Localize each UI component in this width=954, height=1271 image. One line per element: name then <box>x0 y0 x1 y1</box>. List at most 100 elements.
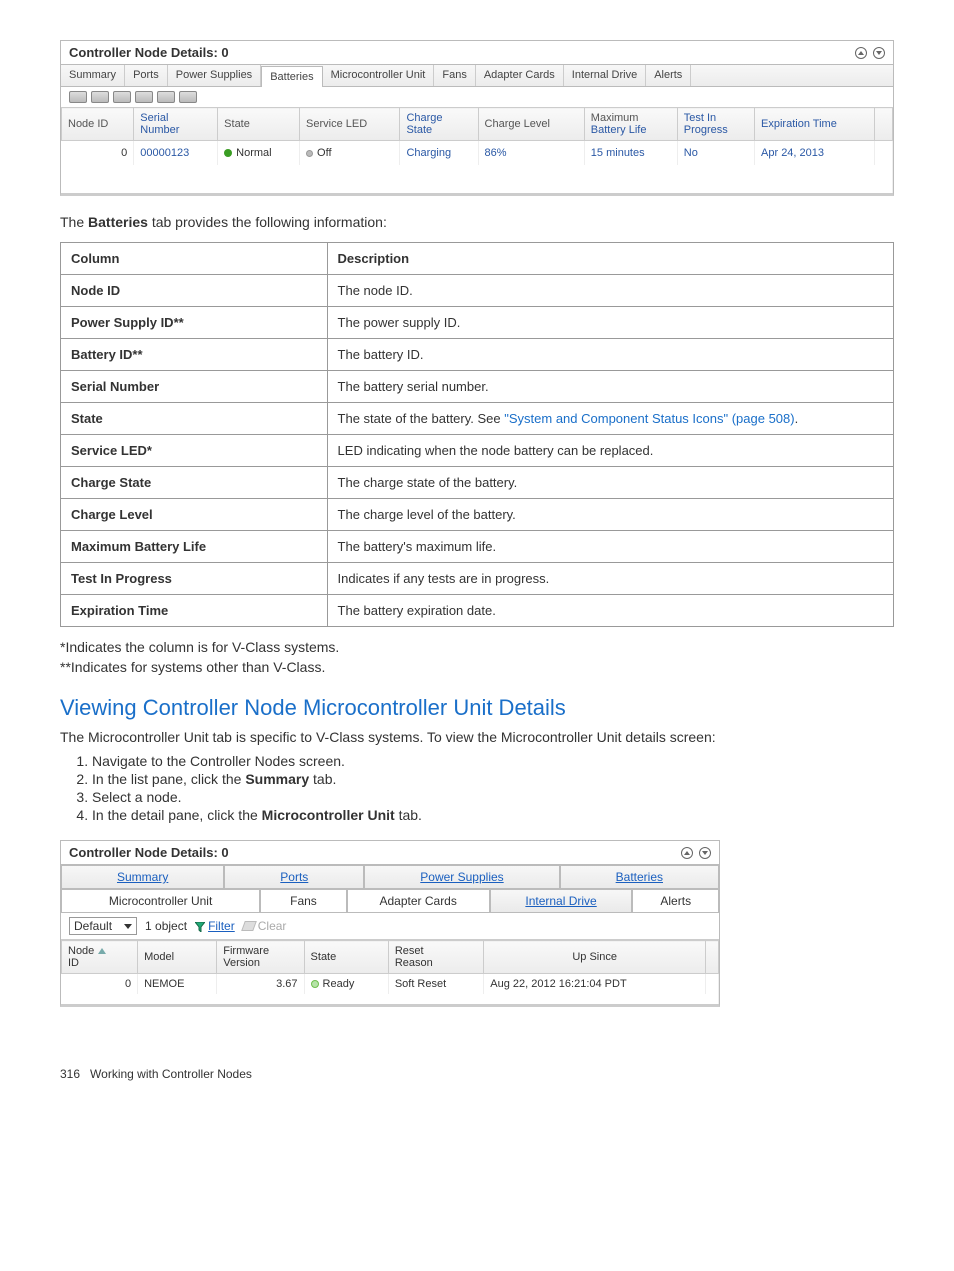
tab-summary[interactable]: Summary <box>61 865 224 889</box>
collapse-down-icon[interactable] <box>873 47 885 59</box>
cell-state: Ready <box>304 974 388 995</box>
filter-icon <box>195 921 205 931</box>
table-row: Charge StateThe charge state of the batt… <box>61 467 894 499</box>
cell-led-text: Off <box>317 147 331 159</box>
controller-node-details-mcu-panel: Controller Node Details: 0 Summary Ports… <box>60 840 720 1007</box>
object-count: 1 object <box>145 919 187 933</box>
sort-asc-icon <box>98 948 106 954</box>
toolbar <box>61 87 893 107</box>
cell-column: Charge State <box>61 467 328 499</box>
batteries-grid: Node ID SerialNumber State Service LED C… <box>61 107 893 193</box>
table-row: Service LED*LED indicating when the node… <box>61 435 894 467</box>
battery-icon <box>157 91 175 103</box>
text: The <box>60 214 88 230</box>
filter-link[interactable]: Filter <box>195 919 235 933</box>
col-service-led[interactable]: Service LED <box>300 108 400 141</box>
cell-state-text: Normal <box>236 147 271 159</box>
col-state[interactable]: State <box>218 108 300 141</box>
status-dot-ready-icon <box>311 980 319 988</box>
cell-description: The charge level of the battery. <box>327 499 893 531</box>
text-bold: Summary <box>245 771 309 787</box>
step-1: Navigate to the Controller Nodes screen. <box>92 753 894 769</box>
col-spacer <box>875 108 893 141</box>
col-reset-reason[interactable]: ResetReason <box>388 941 483 974</box>
cell-column: Serial Number <box>61 371 328 403</box>
table-row[interactable]: 0 NEMOE 3.67 Ready Soft Reset Aug 22, 20… <box>62 974 719 995</box>
battery-icon <box>69 91 87 103</box>
col-state[interactable]: State <box>304 941 388 974</box>
cell-description: The battery ID. <box>327 339 893 371</box>
col-node-id[interactable]: Node ID <box>62 108 134 141</box>
col-max-battery-life[interactable]: MaximumBattery Life <box>584 108 677 141</box>
collapse-up-icon[interactable] <box>681 847 693 859</box>
tab-internal-drive[interactable]: Internal Drive <box>490 889 633 913</box>
page-number: 316 <box>60 1067 80 1081</box>
mcu-grid: NodeID Model FirmwareVersion State Reset… <box>61 940 719 1004</box>
cell-charge-state: Charging <box>406 147 451 159</box>
cross-reference-link[interactable]: "System and Component Status Icons" (pag… <box>504 411 794 426</box>
col-label: ID <box>68 957 79 969</box>
cell-service-led: Off <box>300 141 400 166</box>
col-label: Version <box>223 957 260 969</box>
collapse-down-icon[interactable] <box>699 847 711 859</box>
tab-internal-drive[interactable]: Internal Drive <box>564 65 646 86</box>
footer-label: Working with Controller Nodes <box>90 1067 252 1081</box>
cell-description: The state of the battery. See "System an… <box>327 403 893 435</box>
col-label: Charge <box>406 112 442 124</box>
collapse-up-icon[interactable] <box>855 47 867 59</box>
text: In the list pane, click the <box>92 771 245 787</box>
text-bold: Batteries <box>88 214 148 230</box>
tab-alerts[interactable]: Alerts <box>632 889 719 913</box>
col-expiration-time[interactable]: Expiration Time <box>755 108 875 141</box>
controller-node-details-batteries-panel: Controller Node Details: 0 Summary Ports… <box>60 40 894 196</box>
col-label: Reset <box>395 945 424 957</box>
tab-microcontroller-unit[interactable]: Microcontroller Unit <box>323 65 435 86</box>
tab-adapter-cards[interactable]: Adapter Cards <box>347 889 490 913</box>
tab-adapter-cards[interactable]: Adapter Cards <box>476 65 564 86</box>
cell-description: Indicates if any tests are in progress. <box>327 563 893 595</box>
tab-alerts[interactable]: Alerts <box>646 65 691 86</box>
text: tab provides the following information: <box>148 214 387 230</box>
tab-microcontroller-unit[interactable]: Microcontroller Unit <box>61 889 260 913</box>
cell-test-progress: No <box>684 147 698 159</box>
col-label: Test In <box>684 112 716 124</box>
cell-node-id: 0 <box>62 974 138 995</box>
col-charge-state[interactable]: ChargeState <box>400 108 478 141</box>
table-row[interactable]: 0 00000123 Normal Off Charging 86% 15 mi… <box>62 141 893 166</box>
eraser-icon <box>241 921 257 931</box>
col-label: Reason <box>395 957 433 969</box>
tab-ports[interactable]: Ports <box>224 865 364 889</box>
steps-list: Navigate to the Controller Nodes screen.… <box>64 753 894 823</box>
tab-ports[interactable]: Ports <box>125 65 168 86</box>
cell-charge-level: 86% <box>485 147 507 159</box>
clear-link[interactable]: Clear <box>243 919 287 933</box>
dropdown-label: Default <box>74 919 112 933</box>
battery-icon <box>179 91 197 103</box>
table-row: Maximum Battery LifeThe battery's maximu… <box>61 531 894 563</box>
table-row: StateThe state of the battery. See "Syst… <box>61 403 894 435</box>
tab-batteries[interactable]: Batteries <box>261 66 322 87</box>
col-serial-number[interactable]: SerialNumber <box>134 108 218 141</box>
col-node-id[interactable]: NodeID <box>62 941 138 974</box>
tab-power-supplies[interactable]: Power Supplies <box>364 865 559 889</box>
col-firmware-version[interactable]: FirmwareVersion <box>217 941 304 974</box>
table-row: Battery ID**The battery ID. <box>61 339 894 371</box>
cell-description: The charge state of the battery. <box>327 467 893 499</box>
col-spacer <box>706 941 719 974</box>
cell-description: The battery serial number. <box>327 371 893 403</box>
col-model[interactable]: Model <box>138 941 217 974</box>
tab-fans[interactable]: Fans <box>434 65 475 86</box>
tab-fans[interactable]: Fans <box>260 889 347 913</box>
text: tab. <box>395 807 422 823</box>
tab-summary[interactable]: Summary <box>61 65 125 86</box>
tab-batteries[interactable]: Batteries <box>560 865 719 889</box>
text: tab. <box>309 771 336 787</box>
text: In the detail pane, click the <box>92 807 262 823</box>
tab-power-supplies[interactable]: Power Supplies <box>168 65 261 86</box>
cell-model: NEMOE <box>138 974 217 995</box>
col-up-since[interactable]: Up Since <box>484 941 706 974</box>
view-dropdown[interactable]: Default <box>69 917 137 935</box>
col-test-in-progress[interactable]: Test InProgress <box>677 108 754 141</box>
section-intro: The Microcontroller Unit tab is specific… <box>60 729 894 745</box>
col-charge-level[interactable]: Charge Level <box>478 108 584 141</box>
